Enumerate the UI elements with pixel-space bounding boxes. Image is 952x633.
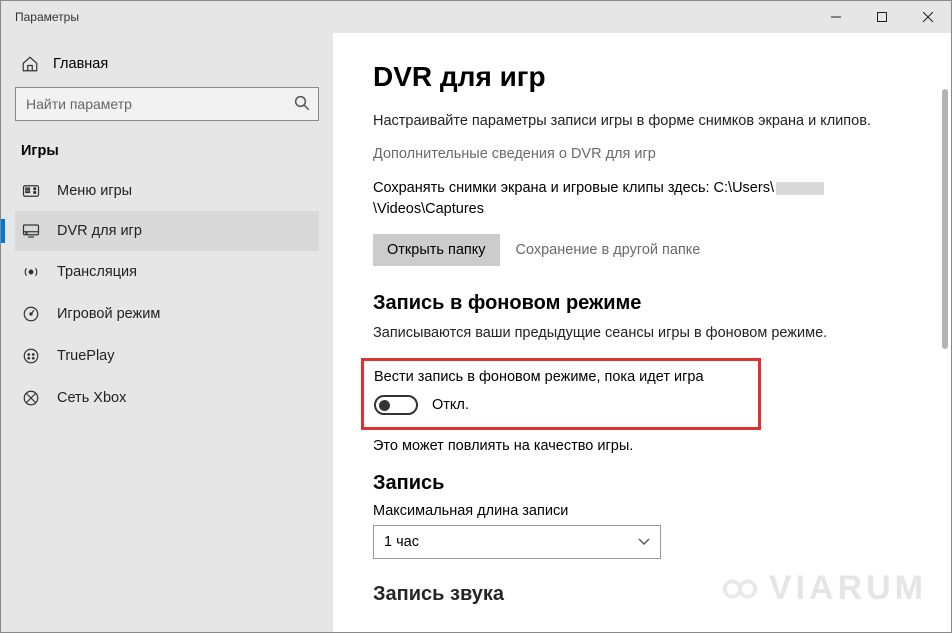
sidebar-home[interactable]: Главная xyxy=(15,45,319,87)
background-record-hint: Это может повлиять на качество игры. xyxy=(373,438,911,454)
toggle-state-label: Откл. xyxy=(432,397,469,413)
search-box[interactable] xyxy=(15,87,319,121)
gauge-icon xyxy=(21,305,41,323)
page-title: DVR для игр xyxy=(373,61,911,93)
sidebar-item-broadcast[interactable]: Трансляция xyxy=(15,251,319,293)
xbox-icon xyxy=(21,389,41,407)
search-input[interactable] xyxy=(15,87,319,121)
search-icon xyxy=(293,94,311,112)
sidebar-item-label: Трансляция xyxy=(57,264,137,280)
sidebar-item-game-mode[interactable]: Игровой режим xyxy=(15,293,319,335)
max-length-label: Максимальная длина записи xyxy=(373,503,911,519)
vertical-scrollbar[interactable] xyxy=(934,33,950,631)
scrollbar-thumb[interactable] xyxy=(942,89,948,349)
trueplay-icon xyxy=(21,347,41,365)
sidebar-item-label: Меню игры xyxy=(57,183,132,199)
save-path-text: Сохранять снимки экрана и игровые клипы … xyxy=(373,178,911,220)
toggle-knob xyxy=(379,400,390,411)
close-button[interactable] xyxy=(905,1,951,33)
open-folder-button[interactable]: Открыть папку xyxy=(373,234,500,266)
sidebar-item-xbox-network[interactable]: Сеть Xbox xyxy=(15,377,319,419)
background-toggle-label: Вести запись в фоновом режиме, пока идет… xyxy=(374,369,748,385)
window-title: Параметры xyxy=(15,10,79,24)
main-panel: DVR для игр Настраивайте параметры запис… xyxy=(333,33,951,632)
broadcast-icon xyxy=(21,263,41,281)
max-length-select[interactable]: 1 час xyxy=(373,525,661,559)
redacted-username xyxy=(776,182,824,195)
sidebar: Главная Игры Меню игры DVR для игр xyxy=(1,33,333,632)
window-controls xyxy=(813,1,951,33)
background-record-toggle[interactable] xyxy=(374,395,418,415)
titlebar: Параметры xyxy=(1,1,951,33)
game-bar-icon xyxy=(21,184,41,198)
chevron-down-icon xyxy=(638,538,650,546)
sidebar-item-game-menu[interactable]: Меню игры xyxy=(15,171,319,211)
dvr-icon xyxy=(21,223,41,239)
home-icon xyxy=(21,55,39,73)
sidebar-item-label: Сеть Xbox xyxy=(57,390,126,406)
background-record-desc: Записываются ваши предыдущие сеансы игры… xyxy=(373,323,911,344)
sidebar-home-label: Главная xyxy=(53,56,108,72)
maximize-button[interactable] xyxy=(859,1,905,33)
save-elsewhere-link[interactable]: Сохранение в другой папке xyxy=(516,242,701,258)
sidebar-item-trueplay[interactable]: TruePlay xyxy=(15,335,319,377)
max-length-value: 1 час xyxy=(384,534,419,550)
sidebar-item-dvr[interactable]: DVR для игр xyxy=(15,211,319,251)
record-heading: Запись xyxy=(373,472,911,495)
sidebar-category: Игры xyxy=(15,139,319,171)
more-info-link[interactable]: Дополнительные сведения о DVR для игр xyxy=(373,146,911,162)
sidebar-item-label: TruePlay xyxy=(57,348,114,364)
intro-text: Настраивайте параметры записи игры в фор… xyxy=(373,111,911,132)
audio-record-heading: Запись звука xyxy=(373,583,911,606)
sidebar-item-label: DVR для игр xyxy=(57,223,142,239)
background-record-heading: Запись в фоновом режиме xyxy=(373,292,911,315)
sidebar-item-label: Игровой режим xyxy=(57,306,160,322)
highlight-annotation: Вести запись в фоновом режиме, пока идет… xyxy=(361,358,761,430)
minimize-button[interactable] xyxy=(813,1,859,33)
